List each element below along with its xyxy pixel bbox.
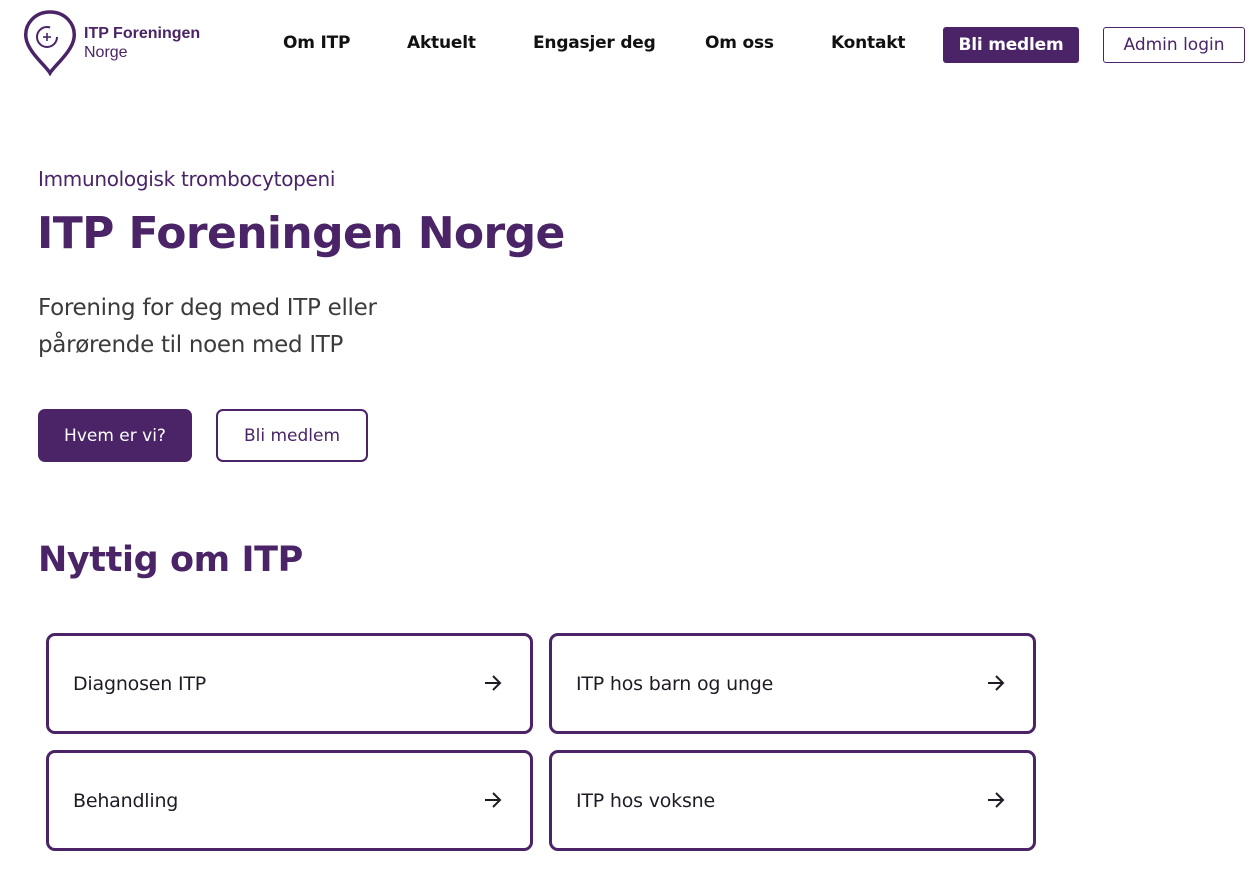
card-diagnosen-itp[interactable]: Diagnosen ITP [46,633,533,734]
location-pin-logo-icon [24,10,76,76]
logo-link[interactable]: ITP Foreningen Norge [22,8,200,76]
nav-item-om-itp[interactable]: Om ITP [283,33,350,53]
card-itp-barn-unge[interactable]: ITP hos barn og unge [549,633,1036,734]
card-label: Behandling [73,790,179,812]
nav-item-kontakt[interactable]: Kontakt [831,33,905,53]
arrow-right-icon [988,792,1005,808]
hero-description: Forening for deg med ITP eller pårørende… [38,290,458,364]
join-button[interactable]: Bli medlem [943,27,1079,63]
arrow-right-icon [485,792,502,808]
card-label: ITP hos barn og unge [576,673,774,695]
site-header: ITP Foreningen Norge Om ITP Aktuelt Enga… [0,0,1258,90]
hero-description-line-1: Forening for deg med ITP eller [38,295,377,321]
who-are-we-button[interactable]: Hvem er vi? [38,409,192,462]
logo-text: ITP Foreningen Norge [84,24,200,62]
hero-description-line-2: pårørende til noen med ITP [38,332,344,358]
arrow-right-icon [485,675,502,691]
card-label: ITP hos voksne [576,790,716,812]
page-title: ITP Foreningen Norge [37,208,565,259]
nav-item-engasjer-deg[interactable]: Engasjer deg [533,33,656,53]
card-label: Diagnosen ITP [73,673,207,695]
card-behandling[interactable]: Behandling [46,750,533,851]
admin-login-button[interactable]: Admin login [1103,27,1245,63]
card-itp-voksne[interactable]: ITP hos voksne [549,750,1036,851]
nav-item-om-oss[interactable]: Om oss [705,33,774,53]
arrow-right-icon [988,675,1005,691]
nav-item-aktuelt[interactable]: Aktuelt [407,33,476,53]
section-title: Nyttig om ITP [38,540,303,580]
logo-name: ITP Foreningen [84,25,201,42]
become-member-button[interactable]: Bli medlem [216,409,368,462]
logo-country: Norge [84,44,128,61]
hero-subtitle: Immunologisk trombocytopeni [38,167,336,191]
